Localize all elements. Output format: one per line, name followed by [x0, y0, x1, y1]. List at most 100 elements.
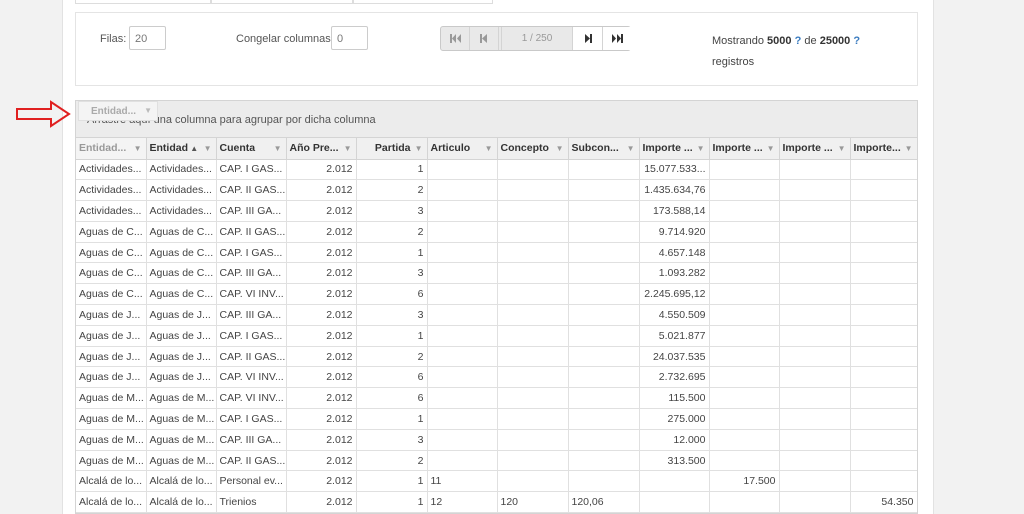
table-row[interactable]: Aguas de M... Aguas de M... CAP. II GAS...… [76, 450, 917, 472]
column-header[interactable]: Importe ... ▼ [709, 138, 780, 160]
column-header[interactable]: Entidad... ▼ [76, 138, 147, 160]
table-row[interactable]: Aguas de J... Aguas de J... CAP. I GAS... 2… [76, 325, 917, 347]
dragged-column-chip[interactable]: Entidad... ▼ [78, 101, 158, 121]
table-cell: CAP. II GAS... [216, 450, 287, 472]
table-row[interactable]: Aguas de M... Aguas de M... CAP. VI INV...… [76, 387, 917, 410]
filter-icon[interactable]: ▼ [556, 144, 564, 153]
table-cell [568, 200, 640, 222]
table-cell [779, 200, 851, 222]
table-cell: Actividades... [76, 179, 147, 202]
filter-icon[interactable]: ▼ [344, 144, 352, 153]
table-cell [850, 221, 917, 243]
table-row[interactable]: Aguas de J... Aguas de J... CAP. III GA...… [76, 304, 917, 326]
records-summary: Mostrando 5000 ? de 25000 ? registros [712, 31, 872, 73]
table-cell: Alcalá de lo... [146, 491, 217, 513]
table-cell: 15.077.533... [639, 159, 710, 181]
table-row[interactable]: Aguas de M... Aguas de M... CAP. I GAS... 2… [76, 408, 917, 430]
table-row[interactable]: Alcalá de lo... Alcalá de lo... Personal e… [76, 470, 917, 493]
table-cell: 2.012 [286, 262, 357, 285]
table-cell [427, 346, 498, 368]
table-cell: Aguas de J... [146, 346, 217, 368]
filter-icon[interactable]: ▼ [697, 144, 705, 153]
column-header[interactable]: Partida ▼ [356, 138, 428, 160]
top-strip [75, 0, 918, 4]
grid-table: Entidad... ▼ Entidad ▲ ▼ Cuenta ▼ Año Pre... ▼ P… [76, 138, 917, 513]
table-row[interactable]: Aguas de C... Aguas de C... CAP. VI INV...… [76, 283, 917, 306]
table-cell [497, 242, 569, 264]
table-cell [709, 450, 780, 472]
table-cell: 2.012 [286, 387, 357, 410]
table-row[interactable]: Aguas de C... Aguas de C... CAP. III GA...… [76, 262, 917, 285]
filter-icon[interactable]: ▼ [838, 144, 846, 153]
table-cell: Aguas de C... [146, 262, 217, 285]
red-arrow-icon [16, 100, 71, 128]
filter-icon[interactable]: ▼ [274, 144, 282, 153]
column-header[interactable]: Concepto ▼ [497, 138, 569, 160]
table-cell [779, 450, 851, 472]
table-cell: Aguas de M... [76, 387, 147, 410]
table-cell: CAP. I GAS... [216, 159, 287, 181]
table-row[interactable]: Aguas de M... Aguas de M... CAP. III GA...… [76, 429, 917, 451]
filter-icon[interactable]: ▼ [905, 144, 913, 153]
filter-icon[interactable]: ▼ [627, 144, 635, 153]
table-cell [779, 387, 851, 410]
column-header[interactable]: Importe... ▼ [850, 138, 917, 160]
table-row[interactable]: Actividades... Actividades... CAP. II GAS.… [76, 179, 917, 202]
table-cell: 2.012 [286, 408, 357, 430]
last-page-icon[interactable] [602, 27, 631, 50]
table-cell: CAP. I GAS... [216, 408, 287, 430]
table-row[interactable]: Actividades... Actividades... CAP. III GA.… [76, 200, 917, 222]
rows-label: Filas: [100, 33, 127, 45]
column-header-label: Entidad... [79, 142, 127, 155]
table-row[interactable]: Aguas de J... Aguas de J... CAP. VI INV...… [76, 366, 917, 389]
table-cell: Aguas de M... [146, 387, 217, 410]
next-page-icon[interactable] [573, 27, 602, 50]
column-header[interactable]: Cuenta ▼ [216, 138, 287, 160]
column-header[interactable]: Subcon... ▼ [568, 138, 640, 160]
table-cell: Alcalá de lo... [146, 470, 217, 493]
table-cell: 2.012 [286, 304, 357, 326]
table-cell: Trienios [216, 491, 287, 513]
table-cell: 2.012 [286, 283, 357, 306]
group-by-bar[interactable]: Arrastre aquí una columna para agrupar p… [76, 101, 917, 138]
first-page-icon[interactable] [441, 27, 470, 50]
rows-input[interactable]: 20 [129, 26, 166, 50]
table-cell [427, 408, 498, 430]
table-cell [779, 221, 851, 243]
filter-icon[interactable]: ▼ [204, 144, 212, 153]
table-cell: 6 [356, 283, 428, 306]
column-header[interactable]: Año Pre... ▼ [286, 138, 357, 160]
table-cell: Aguas de J... [76, 325, 147, 347]
table-cell: 1 [356, 491, 428, 513]
table-cell: Aguas de J... [146, 325, 217, 347]
filter-icon[interactable]: ▼ [134, 144, 142, 153]
column-header[interactable]: Articulo ▼ [427, 138, 498, 160]
filter-icon[interactable]: ▼ [485, 144, 493, 153]
grid-toolbar: Filas: 20 Congelar columnas 0 1 / 250 Mo… [75, 12, 918, 86]
table-row[interactable]: Alcalá de lo... Alcalá de lo... Trienios 2.… [76, 491, 917, 513]
column-header-label: Importe... [853, 142, 901, 155]
column-header[interactable]: Importe ... ▼ [779, 138, 851, 160]
table-row[interactable]: Aguas de J... Aguas de J... CAP. II GAS...… [76, 346, 917, 368]
pager: 1 / 250 [440, 26, 631, 51]
table-cell [850, 262, 917, 285]
freeze-columns-input[interactable]: 0 [331, 26, 368, 50]
table-cell [779, 262, 851, 285]
table-row[interactable]: Actividades... Actividades... CAP. I GAS..… [76, 159, 917, 181]
column-header[interactable]: Entidad ▲ ▼ [146, 138, 217, 160]
filter-icon[interactable]: ▼ [767, 144, 775, 153]
table-cell: Aguas de C... [76, 221, 147, 243]
column-header[interactable]: Importe ... ▼ [639, 138, 710, 160]
table-cell [850, 387, 917, 410]
filter-icon[interactable]: ▼ [415, 144, 423, 153]
help-icon[interactable]: ? [795, 35, 802, 47]
prev-page-icon[interactable] [470, 27, 499, 50]
help-icon[interactable]: ? [853, 35, 860, 47]
table-cell: 1 [356, 242, 428, 264]
table-cell [850, 346, 917, 368]
table-cell [497, 262, 569, 285]
table-cell: 2.012 [286, 366, 357, 389]
table-row[interactable]: Aguas de C... Aguas de C... CAP. I GAS... 2… [76, 242, 917, 264]
table-row[interactable]: Aguas de C... Aguas de C... CAP. II GAS...… [76, 221, 917, 243]
table-cell [779, 159, 851, 181]
